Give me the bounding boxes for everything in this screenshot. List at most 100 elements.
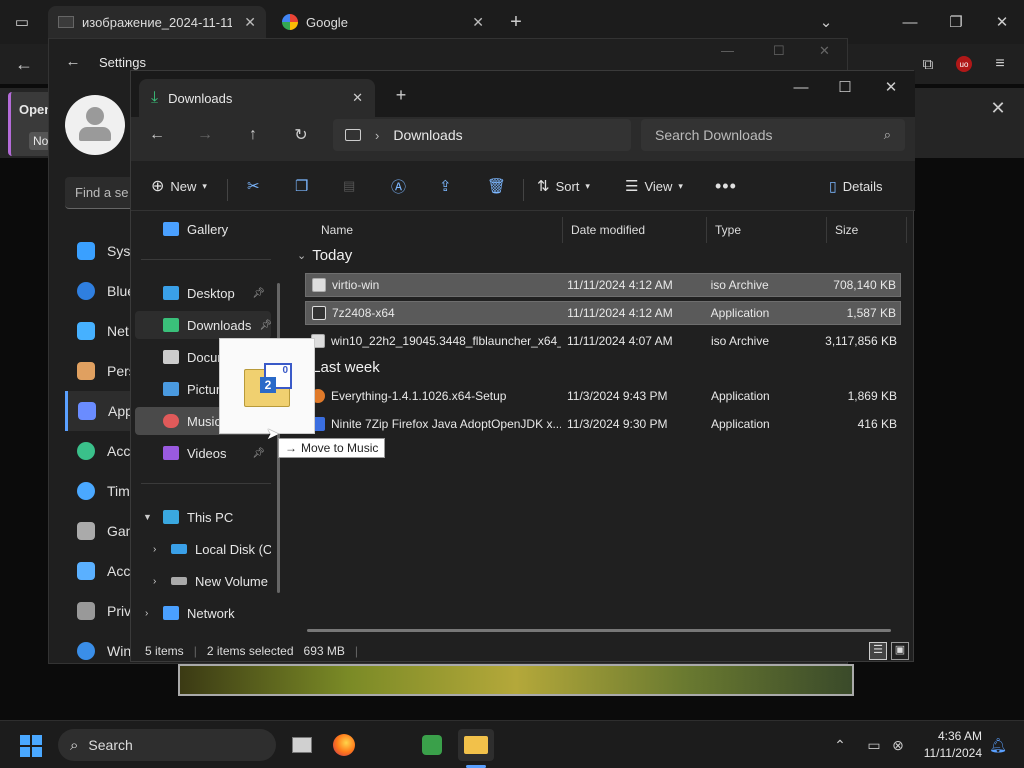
column-size[interactable]: Size bbox=[827, 217, 907, 243]
column-date[interactable]: Date modified bbox=[563, 217, 707, 243]
explorer-close-icon[interactable]: ✕ bbox=[877, 73, 905, 101]
nav-network[interactable]: › Network bbox=[135, 599, 271, 627]
settings-nav-accessibility[interactable]: Acc bbox=[49, 551, 139, 591]
copy-icon[interactable]: ❐ bbox=[295, 173, 308, 199]
share-icon[interactable]: ⇪ bbox=[439, 173, 452, 199]
tiles-view-icon[interactable]: ▣ bbox=[891, 642, 909, 660]
new-explorer-tab-button[interactable]: + bbox=[387, 81, 415, 109]
search-input[interactable]: Search Downloads ⌕ bbox=[641, 119, 905, 151]
browser-tab-google[interactable]: Google ✕ bbox=[272, 6, 494, 38]
nav-downloads[interactable]: Downloads 📌︎ bbox=[135, 311, 271, 339]
new-button[interactable]: ⊕ New ▾ bbox=[151, 173, 207, 199]
settings-nav-network[interactable]: Net bbox=[49, 311, 139, 351]
browser-menu-icon[interactable]: ≡ bbox=[986, 50, 1014, 78]
explorer-maximize-icon[interactable]: ☐ bbox=[831, 73, 859, 101]
close-tab-icon[interactable]: ✕ bbox=[244, 14, 256, 31]
file-explorer-taskbar-icon[interactable] bbox=[458, 729, 494, 761]
more-options-icon[interactable]: ••• bbox=[715, 173, 737, 199]
nav-new-volume[interactable]: › New Volume (I bbox=[135, 567, 271, 595]
settings-nav-personalization[interactable]: Pers bbox=[49, 351, 139, 391]
taskbar-search[interactable]: ⌕ Search bbox=[58, 729, 276, 761]
settings-nav-gaming[interactable]: Gan bbox=[49, 511, 139, 551]
breadcrumb-downloads[interactable]: Downloads bbox=[393, 127, 462, 143]
file-list: Name Date modified Type Size ⌄ Today virt… bbox=[289, 211, 915, 633]
settings-close-icon[interactable]: ✕ bbox=[819, 43, 830, 59]
column-type[interactable]: Type bbox=[707, 217, 827, 243]
notification-close-icon[interactable]: ✕ bbox=[984, 94, 1012, 122]
nav-up-icon[interactable]: ↑ bbox=[239, 121, 267, 149]
firefox-icon[interactable] bbox=[326, 729, 362, 761]
gamepad-icon bbox=[77, 522, 95, 540]
explorer-minimize-icon[interactable]: — bbox=[787, 73, 815, 101]
clock-date[interactable]: 11/11/2024 bbox=[910, 746, 982, 760]
file-row[interactable]: Everything-1.4.1.1026.x64-Setup 11/3/202… bbox=[305, 384, 901, 408]
start-windows-icon[interactable] bbox=[20, 735, 42, 757]
tab-search-chevron-icon[interactable]: ⌄ bbox=[812, 8, 840, 36]
taskbar-search-label: Search bbox=[88, 737, 133, 753]
minimize-icon[interactable]: — bbox=[896, 8, 924, 36]
settings-nav-time[interactable]: Tim bbox=[49, 471, 139, 511]
sort-button[interactable]: ⇅ Sort ▾ bbox=[537, 173, 590, 199]
volume-muted-icon[interactable]: ⊗ bbox=[884, 731, 912, 759]
paste-icon[interactable]: ▤ bbox=[343, 173, 355, 199]
nav-back-icon[interactable]: ← bbox=[143, 121, 171, 149]
details-button[interactable]: ▯ Details bbox=[829, 173, 882, 199]
browser-tab-label: изображение_2024-11-11_113 bbox=[82, 14, 232, 30]
nav-forward-icon[interactable]: → bbox=[191, 121, 219, 149]
chevron-right-icon: › bbox=[153, 543, 157, 555]
settings-minimize-icon[interactable]: — bbox=[721, 43, 734, 58]
settings-nav-windows-update[interactable]: Win bbox=[49, 631, 139, 671]
column-name[interactable]: Name bbox=[313, 217, 563, 243]
ublock-icon[interactable]: uo bbox=[956, 56, 972, 72]
close-tab-icon[interactable]: ✕ bbox=[472, 14, 484, 31]
new-tab-button[interactable]: + bbox=[502, 8, 530, 36]
file-row[interactable]: Ninite 7Zip Firefox Java AdoptOpenJDK x.… bbox=[305, 412, 901, 436]
details-view-icon[interactable]: ☰ bbox=[869, 642, 887, 660]
task-view-icon[interactable] bbox=[284, 729, 320, 761]
brush-icon bbox=[77, 362, 95, 380]
settings-nav-bluetooth[interactable]: Blue bbox=[49, 271, 139, 311]
address-bar[interactable]: › Downloads bbox=[333, 119, 631, 151]
pin-icon: 📌︎ bbox=[252, 447, 265, 459]
delete-icon[interactable]: 🗑︎ bbox=[487, 173, 506, 199]
group-header-today[interactable]: ⌄ Today bbox=[297, 247, 352, 264]
rename-icon[interactable]: Ⓐ bbox=[391, 173, 406, 199]
file-size: 1,587 KB bbox=[846, 306, 896, 320]
nav-this-pc[interactable]: ▼ This PC bbox=[135, 503, 271, 531]
divider bbox=[141, 259, 271, 260]
file-row[interactable]: 7z2408-x64 11/11/2024 4:12 AM Applicatio… bbox=[305, 301, 901, 325]
horizontal-scrollbar[interactable] bbox=[307, 629, 891, 632]
nav-videos[interactable]: Videos 📌︎ bbox=[135, 439, 271, 467]
file-row[interactable]: virtio-win 11/11/2024 4:12 AM iso Archiv… bbox=[305, 273, 901, 297]
browser-tab-label: Google bbox=[306, 14, 348, 30]
clock-time[interactable]: 4:36 AM bbox=[916, 729, 982, 743]
nav-gallery[interactable]: Gallery bbox=[135, 215, 271, 243]
close-window-icon[interactable]: ✕ bbox=[988, 8, 1016, 36]
chevron-down-icon: ▼ bbox=[143, 512, 152, 522]
nav-desktop[interactable]: Desktop 📌︎ bbox=[135, 279, 271, 307]
close-tab-icon[interactable]: ✕ bbox=[352, 90, 363, 106]
settings-maximize-icon[interactable]: ☐ bbox=[773, 43, 785, 59]
browser-tab-image[interactable]: изображение_2024-11-11_113 ✕ bbox=[48, 6, 266, 38]
app-green-icon[interactable] bbox=[414, 729, 450, 761]
settings-nav-system[interactable]: Syst bbox=[49, 231, 139, 271]
explorer-tab-downloads[interactable]: ⤓ Downloads ✕ bbox=[139, 79, 375, 117]
settings-nav-privacy[interactable]: Priv bbox=[49, 591, 139, 631]
group-label: Last week bbox=[312, 359, 380, 376]
tab-actions-icon[interactable]: ▭ bbox=[8, 8, 36, 36]
extensions-icon[interactable]: ⧉ bbox=[914, 50, 942, 78]
browser-back-icon[interactable]: ← bbox=[10, 50, 38, 78]
file-date: 11/11/2024 4:12 AM bbox=[567, 278, 673, 292]
settings-back-icon[interactable]: ← bbox=[59, 47, 87, 75]
bluetooth-icon bbox=[77, 282, 95, 300]
view-button[interactable]: ☰ View ▾ bbox=[625, 173, 683, 199]
refresh-icon[interactable]: ↻ bbox=[287, 121, 315, 149]
file-row[interactable]: win10_22h2_19045.3448_flblauncher_x64_ru… bbox=[305, 329, 901, 353]
sort-label: Sort bbox=[555, 178, 580, 194]
tray-chevron-up-icon[interactable]: ⌃ bbox=[826, 731, 854, 759]
notification-bell-icon[interactable]: 🔔︎ bbox=[984, 731, 1012, 759]
settings-nav-accounts[interactable]: Acco bbox=[49, 431, 139, 471]
cut-icon[interactable]: ✂ bbox=[247, 173, 260, 199]
maximize-icon[interactable]: ❐ bbox=[942, 8, 970, 36]
nav-local-disk[interactable]: › Local Disk (C:) bbox=[135, 535, 271, 563]
